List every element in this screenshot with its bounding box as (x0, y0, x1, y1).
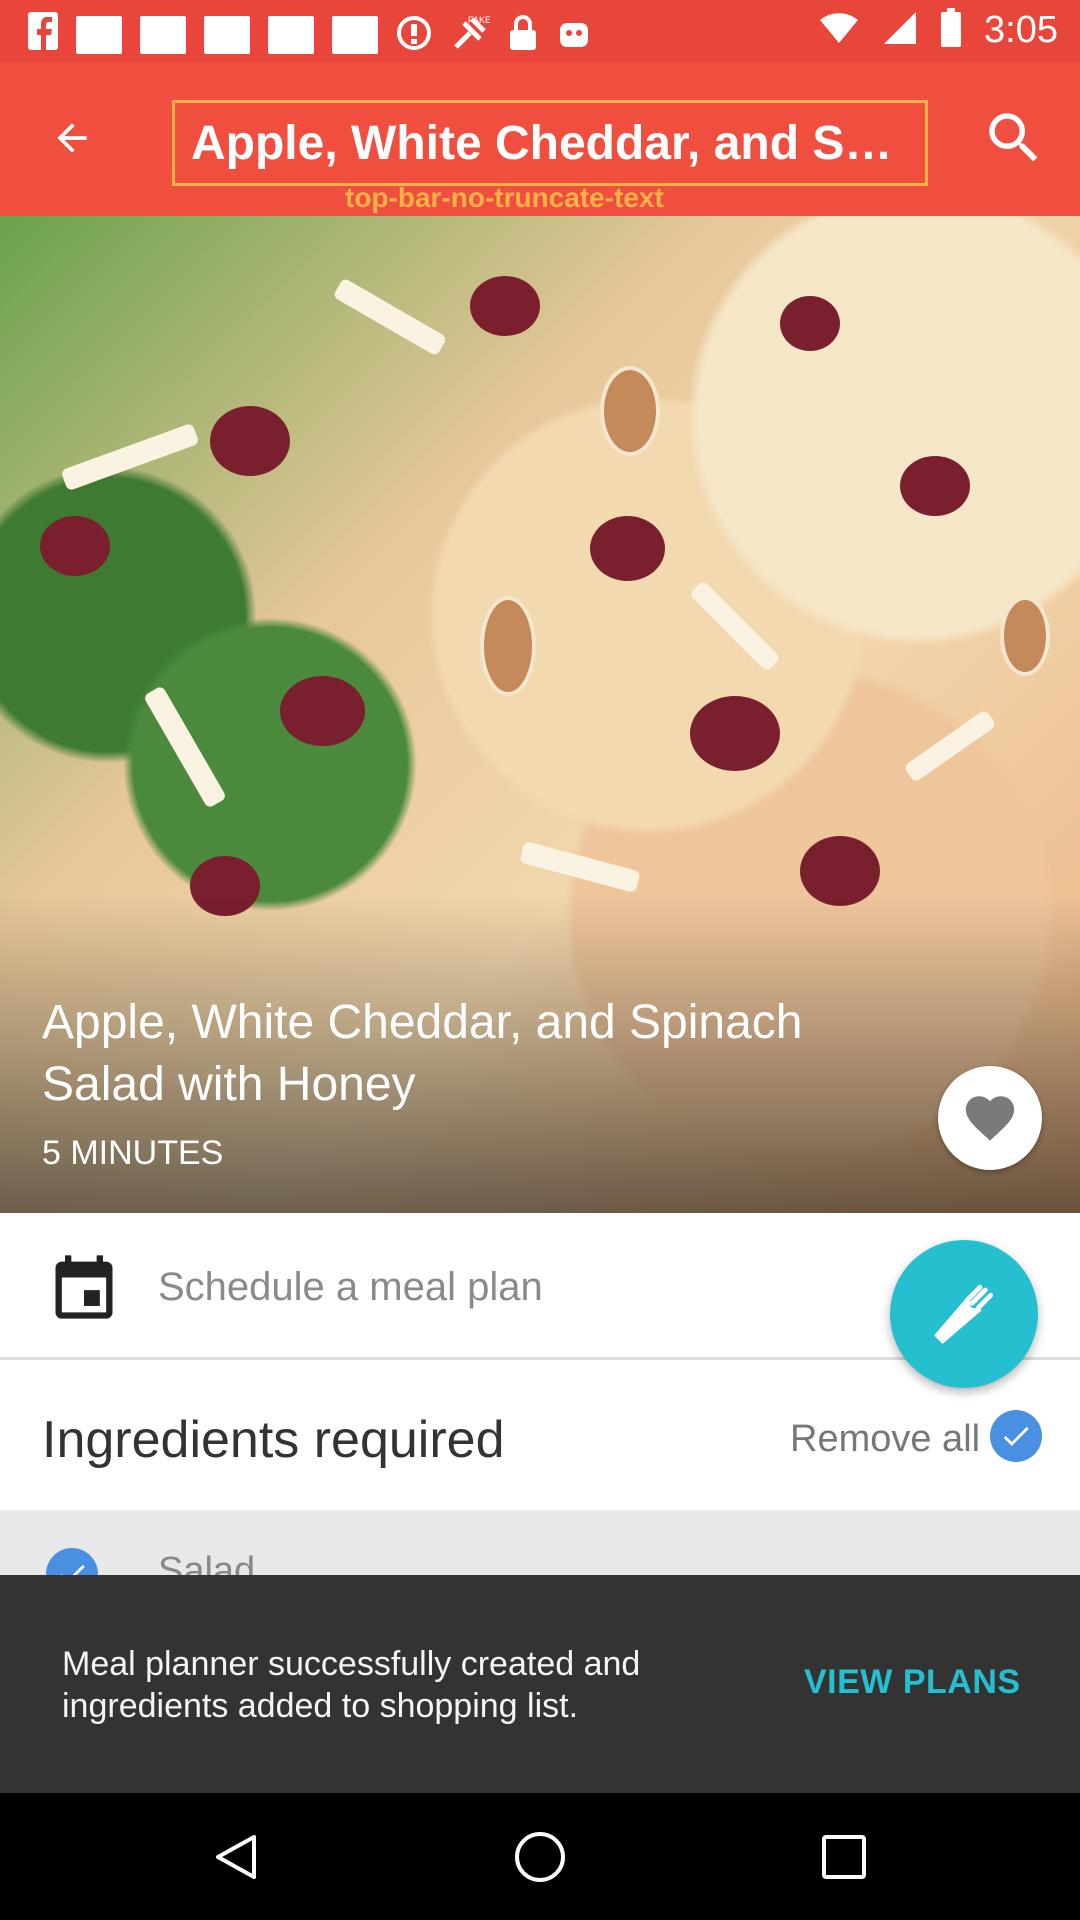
notification-square-icon (204, 16, 250, 54)
arrow-back-icon (57, 123, 87, 153)
circle-home-icon (515, 1832, 565, 1882)
remove-all-checkbox[interactable] (990, 1410, 1042, 1462)
food-detail (590, 516, 665, 581)
snackbar: Meal planner successfully created and in… (0, 1575, 1080, 1793)
cook-fab-button[interactable] (890, 1240, 1038, 1388)
check-icon (1003, 1426, 1029, 1446)
nav-home-button[interactable] (504, 1821, 576, 1893)
app-bar: Apple, White Cheddar, and Spinach Salad … (0, 62, 1080, 216)
status-bar-notifications: FAKE (28, 12, 592, 58)
svg-text:FAKE: FAKE (468, 15, 490, 25)
system-nav-bar (0, 1793, 1080, 1920)
recipe-time: 5 MINUTES (42, 1134, 224, 1172)
nav-recents-button[interactable] (808, 1821, 880, 1893)
food-detail (600, 366, 660, 456)
food-detail (332, 277, 448, 357)
fork-icon (934, 1284, 994, 1344)
search-button[interactable] (974, 98, 1054, 178)
view-plans-button[interactable]: VIEW PLANS (804, 1663, 1021, 1702)
lock-icon (508, 14, 538, 57)
wifi-icon (818, 11, 860, 50)
fake-gps-icon: FAKE (450, 13, 491, 58)
food-detail (470, 276, 540, 336)
food-detail (903, 709, 997, 783)
debug-overlay-label: top-bar-no-truncate-text (345, 182, 664, 213)
facebook-icon (28, 12, 58, 58)
status-time: 3:05 (984, 9, 1058, 51)
app-bar-title-box: Apple, White Cheddar, and Spinach Salad … (172, 100, 928, 186)
food-detail (519, 840, 641, 894)
heart-icon (965, 1096, 1015, 1141)
recipe-title: Apple, White Cheddar, and Spinach Salad … (42, 996, 803, 1111)
food-detail (480, 596, 536, 696)
signal-icon (882, 10, 918, 51)
notification-square-icon (332, 16, 378, 54)
food-detail (142, 685, 228, 809)
battery-icon (940, 8, 962, 53)
app-bar-title: Apple, White Cheddar, and Spinach Salad … (191, 116, 911, 170)
snackbar-message: Meal planner successfully created and in… (62, 1645, 641, 1725)
favorite-button[interactable] (938, 1066, 1042, 1170)
food-detail (1000, 596, 1050, 676)
notification-square-icon (76, 16, 122, 54)
notification-square-icon (140, 16, 186, 54)
back-button[interactable] (36, 102, 108, 174)
search-icon (989, 113, 1038, 162)
ingredients-header: Ingredients required Remove all (0, 1360, 1080, 1510)
triangle-back-icon (216, 1835, 256, 1879)
food-detail (40, 516, 110, 576)
status-bar-system: 3:05 (818, 8, 1058, 53)
blocked-icon (396, 15, 432, 56)
food-detail (689, 580, 781, 672)
food-detail (780, 296, 840, 351)
notification-square-icon (268, 16, 314, 54)
calendar-icon (55, 1255, 113, 1319)
food-detail (280, 676, 365, 746)
square-recents-icon (822, 1835, 866, 1879)
food-detail (210, 406, 290, 476)
nav-back-button[interactable] (200, 1821, 272, 1893)
status-bar: FAKE 3:05 (0, 0, 1080, 62)
recipe-hero-image: Apple, White Cheddar, and Spinach Salad … (0, 216, 1080, 1213)
remove-all-button[interactable]: Remove all (790, 1418, 980, 1461)
food-detail (690, 696, 780, 771)
schedule-meal-plan-label: Schedule a meal plan (158, 1265, 543, 1309)
food-detail (60, 422, 200, 492)
android-icon (556, 15, 592, 56)
food-detail (900, 456, 970, 516)
ingredients-title: Ingredients required (42, 1411, 505, 1469)
